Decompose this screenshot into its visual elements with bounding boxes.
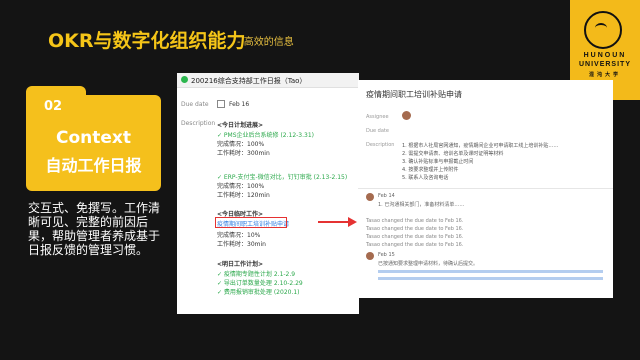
slide-subtitle: - 高效的信息 <box>237 37 294 48</box>
logo-line3: 混沌大学 <box>588 72 621 78</box>
desc-label: Description <box>366 142 395 148</box>
task-title: 疫情期间职工培训补贴申请 <box>366 90 462 99</box>
desc-line-4: 4. 按要求整理并上传附件 <box>402 167 459 173</box>
desc-line-2: 2. 需提交申请表、培训名单及课时证明等材料 <box>402 151 504 157</box>
tomorrow-item-3[interactable]: ✓ 费用报销审批处理 (2020.1) <box>217 287 300 296</box>
done-item-1-hours: 工作耗时：300min <box>217 150 270 157</box>
comment-link-1[interactable] <box>378 270 603 273</box>
calendar-icon <box>217 100 225 108</box>
description-text: 交互式、免撰写。工作清晰可见、完整的前因后果，帮助管理者养成基于日报反馈的管理习… <box>28 201 161 257</box>
tomorrow-item-1[interactable]: ✓ 疫情期专题性计划 2.1-2.9 <box>217 269 295 278</box>
divider <box>358 188 613 189</box>
comment-date-2: Feb 15 <box>378 252 395 258</box>
check-circle-icon[interactable] <box>181 76 188 83</box>
highlight-box <box>215 217 287 228</box>
done-item-2-hours: 工作耗时：120min <box>217 192 270 199</box>
activity-3: Tasao changed the due date to Feb 16. <box>366 234 464 240</box>
comment-link-2[interactable] <box>378 277 603 280</box>
due-date-label: Due date <box>181 101 209 108</box>
comment-text-1: 1. 已沟通相关部门，准备材料清单…… <box>378 202 465 208</box>
folder-title-en: Context <box>55 128 131 148</box>
done-item-2-rate: 完成情况：100% <box>217 183 265 190</box>
comment-text-2: 已按通知要求整理申请材料，待确认后提交。 <box>378 261 479 267</box>
due-label: Due date <box>366 128 389 134</box>
folder-title-zh: 自动工作日报 <box>45 156 142 175</box>
arrow-right-icon <box>348 217 357 227</box>
comment-avatar-2 <box>366 252 374 260</box>
done-item-1-rate: 完成情况：100% <box>217 141 265 148</box>
activity-2: Tasao changed the due date to Feb 16. <box>366 226 464 232</box>
report-header: 200216综合支持部工作日报（Tao） <box>177 73 359 88</box>
tomorrow-heading: <明日工作计划> <box>217 261 264 268</box>
temp-work-rate: 完成情况：10% <box>217 232 261 239</box>
assignee-label: Assignee <box>366 114 389 120</box>
logo-line2: UNIVERSITY <box>578 61 631 68</box>
slide-title: OKR与数字化组织能力 <box>48 30 246 52</box>
logo-emblem-icon <box>584 11 622 49</box>
arrow-line <box>318 221 350 223</box>
comment-avatar <box>366 193 374 201</box>
done-item-2[interactable]: ✓ ERP-支付宝-微信对比，钉钉审批 (2.13-2.15) <box>217 172 347 181</box>
due-date-value[interactable]: Feb 16 <box>229 101 249 108</box>
today-progress-heading: <今日计划进展> <box>217 122 264 129</box>
folder-number: 02 <box>44 99 63 114</box>
assignee-avatar[interactable] <box>402 111 411 120</box>
logo-line1: HUNOUN <box>583 52 627 59</box>
task-detail-panel: 疫情期间职工培训补贴申请 Assignee Due date Descripti… <box>358 80 613 298</box>
activity-1: Tasao changed the due date to Feb 16. <box>366 218 464 224</box>
done-item-1[interactable]: ✓ PMS企业后台系统修 (2.12-3.31) <box>217 130 314 139</box>
desc-line-5: 5. 联系人及咨询电话 <box>402 175 449 181</box>
desc-line-3: 3. 确认补贴标准与申报截止时间 <box>402 159 474 165</box>
daily-report-panel: 200216综合支持部工作日报（Tao） Due date Feb 16 Des… <box>177 73 359 314</box>
tomorrow-item-2[interactable]: ✓ 导出订单数量处理 2.10-2.29 <box>217 278 303 287</box>
report-title: 200216综合支持部工作日报（Tao） <box>191 77 307 85</box>
description-label: Description <box>181 120 216 127</box>
desc-line-1: 1. 根据市人社局官网通知，疫情期间企业可申请职工线上培训补贴…… <box>402 143 559 149</box>
activity-4: Tasao changed the due date to Feb 16. <box>366 242 464 248</box>
comment-date-1: Feb 14 <box>378 193 395 199</box>
temp-work-hours: 工作耗时：30min <box>217 241 266 248</box>
